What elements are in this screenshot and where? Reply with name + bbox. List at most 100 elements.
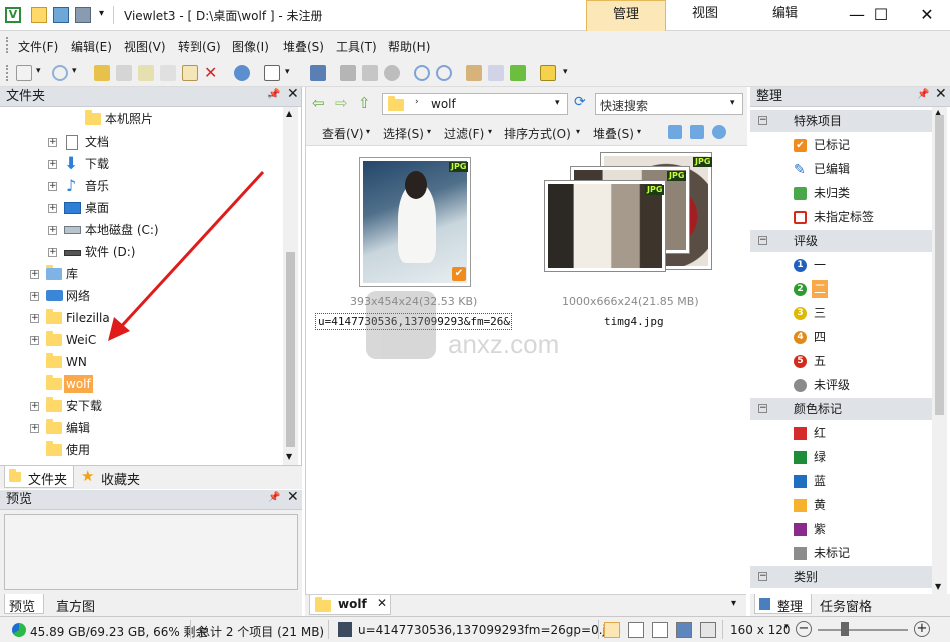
organize-scrollbar-thumb[interactable] [935, 115, 944, 415]
view-grid-icon[interactable] [700, 622, 716, 638]
quick-search-input[interactable]: 快速搜索 ▾ [595, 93, 743, 115]
doc-tab-wolf[interactable]: wolf ✕ [309, 595, 391, 615]
expand-icon[interactable]: + [48, 182, 57, 191]
menu-file[interactable]: 文件(F) [18, 38, 58, 55]
tree-item[interactable]: + 安下载 [0, 395, 280, 417]
collapse-icon[interactable]: − [758, 572, 767, 581]
tab-task-pane[interactable]: 任务窗格 [820, 596, 872, 615]
view-preview-icon[interactable] [676, 622, 692, 638]
view-mode-icon[interactable] [264, 65, 280, 81]
tab-organize[interactable]: 整理 [754, 594, 812, 615]
organize-item-untagged[interactable]: 未指定标签 [750, 205, 932, 229]
cut-icon[interactable] [138, 65, 154, 81]
menu-goto[interactable]: 转到(G) [178, 38, 221, 55]
scroll-down-icon[interactable]: ▼ [286, 452, 292, 461]
delete-icon[interactable]: ✕ [204, 63, 217, 82]
tree-item[interactable]: WN [0, 351, 280, 373]
group-categories[interactable]: − 类别 [750, 566, 932, 588]
tree-item-selected[interactable]: wolf [0, 373, 280, 395]
forward-icon[interactable]: ⇨ [335, 94, 348, 112]
expand-icon[interactable]: + [30, 424, 39, 433]
menu-image[interactable]: 图像(I) [232, 38, 269, 55]
rotate-right-icon[interactable] [436, 65, 452, 81]
copy-icon[interactable] [160, 65, 176, 81]
thumbnail-item[interactable]: JPG ✔ [359, 157, 471, 287]
expand-icon[interactable]: + [30, 314, 39, 323]
zoom-in-icon[interactable]: + [914, 621, 930, 637]
menu-edit[interactable]: 编辑(E) [71, 38, 112, 55]
folders-scrollbar[interactable]: ▲ ▼ [283, 107, 298, 465]
undo-icon[interactable] [52, 65, 68, 81]
collapse-icon[interactable]: − [758, 404, 767, 413]
filter-sort[interactable]: 排序方式(O) [504, 125, 571, 142]
breadcrumb-arrow-icon[interactable]: › [415, 97, 419, 107]
organize-item-flagged[interactable]: ✔ 已标记 [750, 133, 932, 157]
expand-icon[interactable]: + [48, 248, 57, 257]
color-item-none[interactable]: 未标记 [750, 541, 932, 565]
rating-item-unrated[interactable]: 未评级 [750, 373, 932, 397]
color-item-purple[interactable]: 紫 [750, 517, 932, 541]
scroll-up-icon[interactable]: ▲ [286, 109, 292, 118]
color-item-blue[interactable]: 蓝 [750, 469, 932, 493]
chevron-down-icon[interactable]: ▾ [637, 127, 641, 136]
organize-item-edited[interactable]: ✎ 已编辑 [750, 157, 932, 181]
stack-item[interactable]: JPG JPG JPG [542, 152, 718, 272]
group-color-labels[interactable]: − 颜色标记 [750, 398, 932, 420]
menu-stack[interactable]: 堆叠(S) [283, 38, 324, 55]
tabs-dropdown-icon[interactable]: ▾ [731, 598, 736, 609]
view-details-icon[interactable] [628, 622, 644, 638]
scroll-down-icon[interactable]: ▼ [935, 582, 941, 591]
batch-icon[interactable] [362, 65, 378, 81]
save-image-icon[interactable] [340, 65, 356, 81]
filter-filter[interactable]: 过滤(F) [444, 125, 484, 142]
picture-icon[interactable] [53, 7, 69, 23]
expand-icon[interactable]: + [30, 402, 39, 411]
rating-item-3[interactable]: 3 三 [750, 301, 932, 325]
chevron-down-icon[interactable]: ▾ [366, 127, 370, 136]
menu-view[interactable]: 视图(V) [124, 38, 166, 55]
up-folder-icon[interactable]: ⇧ [358, 94, 371, 112]
color-item-red[interactable]: 红 [750, 421, 932, 445]
menu-help[interactable]: 帮助(H) [388, 38, 430, 55]
organize-item-unclassified[interactable]: 未归类 [750, 181, 932, 205]
refresh-icon[interactable]: ⟳ [574, 94, 586, 110]
folders-scrollbar-thumb[interactable] [286, 252, 295, 447]
preview-pin-icon[interactable]: 📌 [268, 492, 280, 503]
close-button[interactable]: ✕ [904, 0, 950, 31]
zoom-slider-track[interactable] [818, 629, 908, 631]
chevron-down-icon[interactable]: ▾ [488, 127, 492, 136]
print-icon[interactable] [384, 65, 400, 81]
address-dropdown-icon[interactable]: ▾ [555, 98, 560, 108]
tab-edit[interactable]: 编辑 [745, 0, 825, 31]
doc-tab-close-icon[interactable]: ✕ [377, 596, 387, 610]
address-box[interactable]: › wolf ▾ [382, 93, 568, 115]
new-dropdown-icon[interactable]: ▾ [36, 66, 41, 76]
organize-pin-icon[interactable]: 📌 [917, 89, 929, 100]
collapse-icon[interactable]: − [758, 236, 767, 245]
compare-icon[interactable] [488, 65, 504, 81]
view-thumbnails-icon[interactable] [604, 622, 620, 638]
undo-dropdown-icon[interactable]: ▾ [72, 66, 77, 76]
expand-icon[interactable]: + [30, 270, 39, 279]
group-rating[interactable]: − 评级 [750, 230, 932, 252]
back-icon[interactable]: ⇦ [312, 94, 325, 112]
expand-icon[interactable]: + [30, 336, 39, 345]
new-icon[interactable] [16, 65, 32, 81]
rating-item-2[interactable]: 2 二 [750, 277, 932, 301]
import-icon[interactable] [94, 65, 110, 81]
view-list-icon[interactable] [652, 622, 668, 638]
slideshow-icon[interactable] [540, 65, 556, 81]
tree-item[interactable]: 使用 [0, 439, 280, 461]
expand-icon[interactable]: + [48, 138, 57, 147]
slideshow-dropdown-icon[interactable]: ▾ [563, 67, 568, 77]
open-folder-icon[interactable] [31, 7, 47, 23]
filter-stack[interactable]: 堆叠(S) [593, 125, 634, 142]
tab-folders[interactable]: 文件夹 [4, 466, 74, 488]
quick-access-dropdown-icon[interactable]: ▾ [99, 8, 104, 19]
thumbnail-filename[interactable]: timg4.jpg [604, 315, 664, 328]
size-dropdown-icon[interactable]: ▾ [784, 622, 789, 632]
filter-view[interactable]: 查看(V) [322, 125, 364, 142]
zoom-slider-thumb[interactable] [841, 622, 849, 636]
view-mode-dropdown-icon[interactable]: ▾ [285, 67, 290, 77]
zoom-out-icon[interactable]: − [796, 621, 812, 637]
